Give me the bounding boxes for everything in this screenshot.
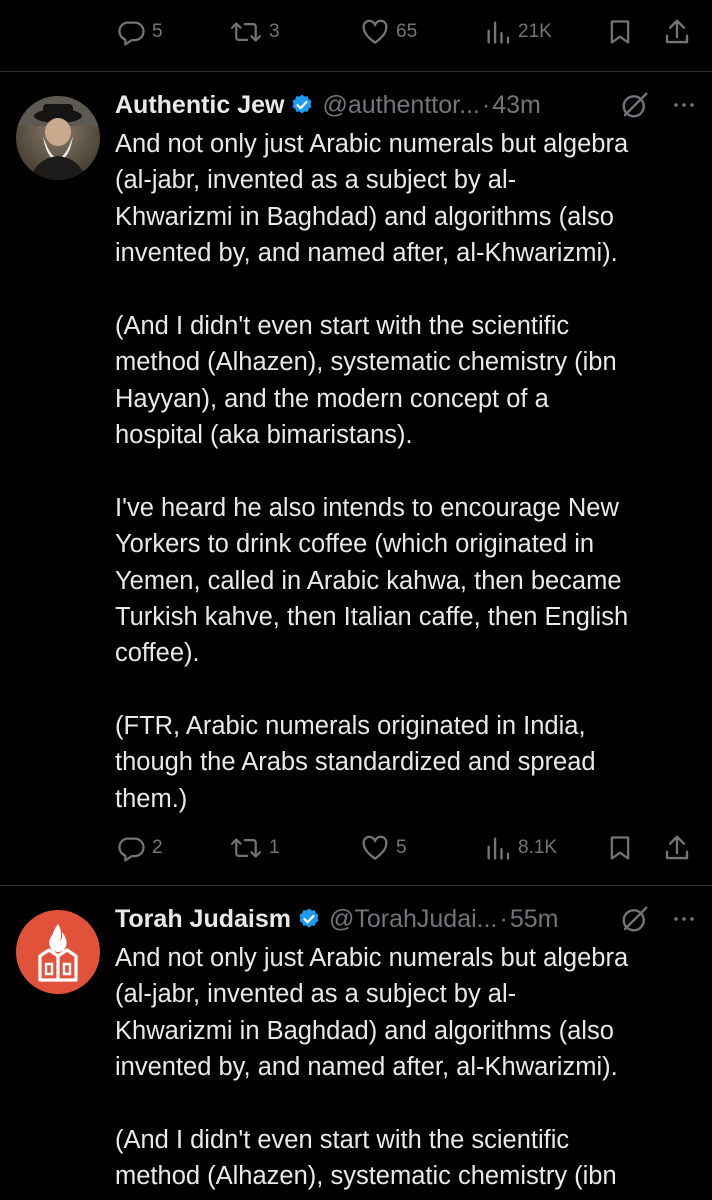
bookmark-button[interactable]: [606, 830, 634, 866]
like-icon: [362, 19, 388, 44]
repost-count: 3: [269, 21, 280, 42]
repost-button[interactable]: 3: [229, 14, 280, 50]
share-button[interactable]: [662, 14, 692, 50]
reply-icon: [118, 837, 145, 862]
bookmark-icon: [610, 836, 630, 860]
display-name[interactable]: Torah Judaism: [115, 905, 291, 934]
user-handle[interactable]: @authenttor...: [322, 91, 479, 120]
more-button[interactable]: [672, 93, 696, 117]
like-icon: [362, 835, 388, 860]
tweet-actions: 2 1 5 8.1K: [0, 828, 712, 868]
tweet-header: Authentic Jew @authenttor... · 43m: [115, 86, 696, 124]
grok-button[interactable]: [620, 90, 650, 120]
grok-icon: [622, 92, 648, 118]
bookmark-icon: [610, 20, 630, 44]
verified-badge-icon: [297, 907, 321, 931]
like-button[interactable]: 65: [360, 14, 417, 50]
tweet-text-p1: And not only just Arabic numerals but al…: [115, 944, 629, 1081]
bookmark-button[interactable]: [606, 14, 634, 50]
reply-button[interactable]: 5: [116, 14, 163, 50]
user-handle[interactable]: @TorahJudai...: [329, 905, 498, 934]
views-icon: [487, 21, 510, 44]
divider: [0, 71, 712, 72]
avatar-photo-icon: [16, 96, 100, 180]
verified-badge-icon: [290, 93, 314, 117]
more-icon: [674, 103, 694, 107]
like-count: 5: [396, 837, 407, 858]
grok-icon: [622, 906, 648, 932]
share-icon: [665, 19, 689, 44]
torah-judaism-logo-icon: [16, 910, 100, 994]
views-count: 8.1K: [518, 837, 558, 858]
tweet-text-p2: (And I didn't even start with the scient…: [115, 312, 617, 449]
separator-dot: ·: [499, 904, 508, 933]
more-button[interactable]: [672, 907, 696, 931]
avatar[interactable]: [16, 96, 100, 180]
tweet-text-p4: (FTR, Arabic numerals originated in Indi…: [115, 712, 596, 813]
like-button[interactable]: 5: [360, 830, 407, 866]
like-count: 65: [396, 21, 418, 42]
avatar[interactable]: [16, 910, 100, 994]
timeline: 5 3 65 21K Authentic Jew @authenttor... …: [0, 0, 712, 1200]
tweet-header: Torah Judaism @TorahJudai... · 55m: [115, 900, 696, 938]
tweet-text-p1: And not only just Arabic numerals but al…: [115, 130, 629, 267]
display-name[interactable]: Authentic Jew: [115, 91, 284, 120]
reply-count: 5: [152, 21, 163, 42]
repost-button[interactable]: 1: [229, 830, 280, 866]
timestamp[interactable]: 55m: [510, 905, 559, 934]
grok-button[interactable]: [620, 904, 650, 934]
reply-button[interactable]: 2: [116, 830, 163, 866]
views-button[interactable]: 8.1K: [484, 830, 557, 866]
divider: [0, 885, 712, 886]
share-button[interactable]: [662, 830, 692, 866]
reply-icon: [118, 21, 145, 46]
reply-count: 2: [152, 837, 163, 858]
repost-icon: [230, 838, 262, 858]
views-button[interactable]: 21K: [484, 14, 552, 50]
views-icon: [487, 837, 510, 860]
tweet-text-p2: (And I didn't even start with the scient…: [115, 1126, 617, 1191]
timestamp[interactable]: 43m: [492, 91, 541, 120]
share-icon: [665, 835, 689, 860]
separator-dot: ·: [481, 90, 491, 119]
more-icon: [674, 917, 694, 921]
repost-icon: [230, 22, 262, 42]
views-count: 21K: [518, 21, 552, 42]
repost-count: 1: [269, 837, 280, 858]
tweet-actions-previous: 5 3 65 21K: [0, 12, 712, 52]
tweet-text-p3: I've heard he also intends to encourage …: [115, 494, 629, 668]
